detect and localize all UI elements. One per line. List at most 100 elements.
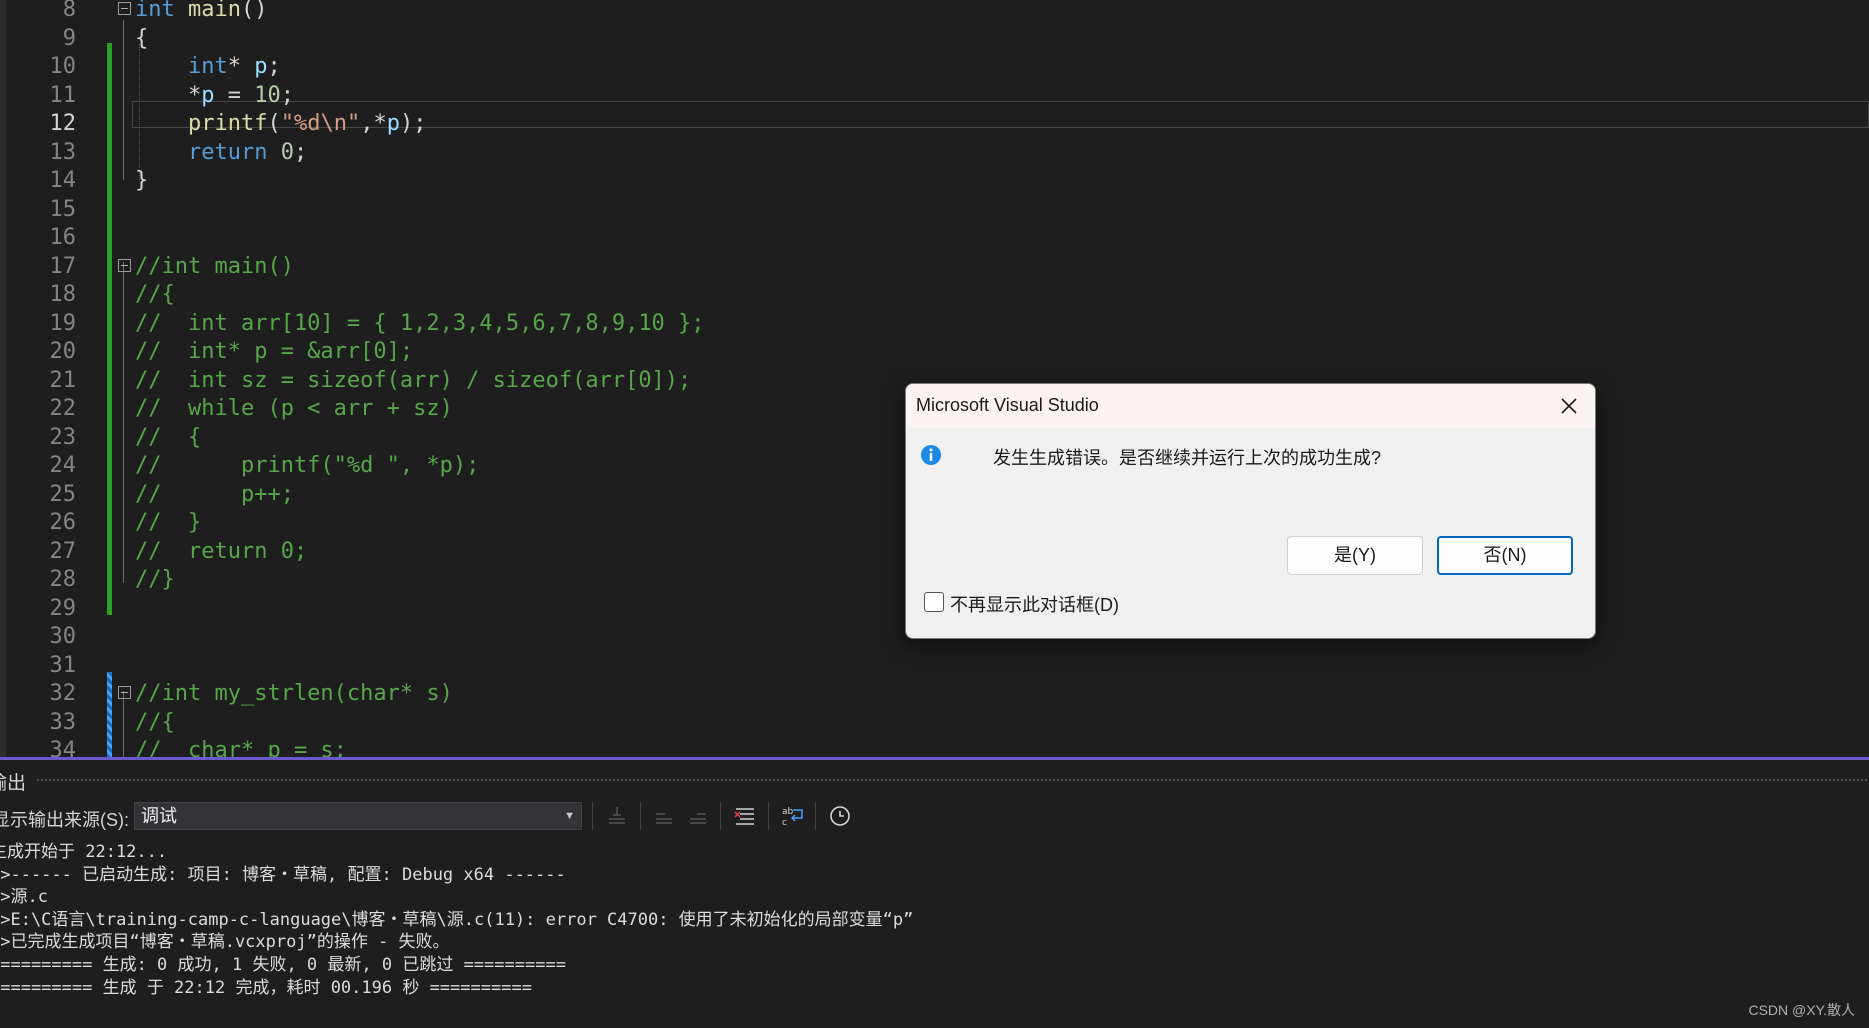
line-number: 10 <box>49 54 77 79</box>
output-panel: 输出 显示输出来源(S): 调试 ▼ abc 生成开始于 22:12...1>-… <box>0 757 1869 1028</box>
line-number: 28 <box>49 567 77 592</box>
line-number: 12 <box>49 111 77 136</box>
code-text: // { <box>135 424 202 450</box>
fold-toggle-icon[interactable]: − <box>118 686 131 699</box>
info-icon <box>920 444 942 466</box>
code-line[interactable]: 11 *p = 10; <box>0 82 1869 111</box>
line-number: 25 <box>49 481 77 507</box>
line-number: 27 <box>49 538 77 564</box>
clock-icon[interactable] <box>827 803 853 829</box>
line-number: 17 <box>49 253 77 279</box>
dont-show-again-label[interactable]: 不再显示此对话框(D) <box>950 591 1119 617</box>
panel-drag-handle[interactable] <box>36 778 1869 783</box>
no-button[interactable]: 否(N) <box>1437 536 1573 575</box>
code-text: //{ <box>135 282 175 307</box>
word-wrap-icon[interactable]: ab c <box>780 803 806 829</box>
code-text: // int sz = sizeof(arr) / sizeof(arr[0])… <box>135 367 692 393</box>
code-text: int* p; <box>187 54 281 79</box>
dialog-titlebar[interactable]: Microsoft Visual Studio <box>906 384 1595 428</box>
code-line[interactable]: 20 // int* p = &arr[0]; <box>0 338 1869 367</box>
line-number: 8 <box>62 0 76 22</box>
find-next-icon[interactable] <box>685 803 711 829</box>
toolbar-separator <box>815 802 816 830</box>
code-line[interactable]: 33 //{ <box>0 709 1869 738</box>
toolbar-separator <box>768 802 769 830</box>
line-number: 23 <box>49 424 77 450</box>
line-number: 33 <box>49 709 77 735</box>
code-text: //} <box>135 567 175 592</box>
line-number: 18 <box>49 282 77 307</box>
code-text: //{ <box>135 709 175 735</box>
code-text: // p++; <box>135 481 294 507</box>
code-text: // int arr[10] = { 1,2,3,4,5,6,7,8,9,10 … <box>135 310 705 336</box>
svg-text:c: c <box>782 818 787 828</box>
line-number: 26 <box>49 510 77 535</box>
code-text: // int* p = &arr[0]; <box>135 339 414 364</box>
output-line: ========== 生成: 0 成功, 1 失败, 0 最新, 0 已跳过 =… <box>0 954 566 975</box>
toolbar-separator <box>720 802 721 830</box>
code-editor[interactable]: 8− int main() 9{10 int* p; 11 *p = 10; 12 pr… <box>0 0 1869 757</box>
code-line[interactable]: 14} <box>0 167 1869 196</box>
go-to-previous-message-icon[interactable] <box>604 803 630 829</box>
output-line: 1>已完成生成项目“博客・草稿.vcxproj”的操作 - 失败。 <box>0 932 450 953</box>
code-line[interactable]: 16 <box>0 224 1869 253</box>
code-line[interactable]: 10 int* p; <box>0 53 1869 82</box>
clear-all-icon[interactable] <box>732 803 758 829</box>
output-log[interactable]: 生成开始于 22:12... 1>------ 已启动生成: 项目: 博客・草稿,… <box>0 841 913 999</box>
code-line[interactable]: 17 −//int main() <box>0 253 1869 282</box>
line-number: 29 <box>49 595 77 621</box>
code-text: return 0; <box>187 139 308 165</box>
code-line[interactable]: 12 printf("%d\n",*p); <box>0 110 1869 139</box>
fold-toggle-icon[interactable]: − <box>118 2 131 15</box>
code-text: //int main() <box>135 253 294 279</box>
dialog-message: 发生生成错误。是否继续并运行上次的成功生成? <box>993 448 1382 468</box>
dont-show-again-checkbox[interactable] <box>924 592 944 612</box>
code-line[interactable]: 19 // int arr[10] = { 1,2,3,4,5,6,7,8,9,1… <box>0 310 1869 339</box>
line-number: 14 <box>49 168 77 193</box>
toolbar-separator <box>592 802 593 830</box>
chevron-down-icon: ▼ <box>564 810 575 822</box>
line-number: 32 <box>49 681 77 706</box>
line-number: 16 <box>49 225 77 250</box>
output-source-label: 显示输出来源(S): <box>0 810 129 830</box>
code-text: // while (p < arr + sz) <box>135 396 453 421</box>
output-line: 1>源.c <box>0 887 48 908</box>
watermark: CSDN @XY.散人 <box>1748 1002 1855 1018</box>
code-line[interactable]: 31 <box>0 652 1869 681</box>
code-line[interactable]: 13 return 0; <box>0 139 1869 168</box>
line-number: 15 <box>49 196 77 222</box>
fold-toggle-icon[interactable]: − <box>118 258 131 272</box>
output-panel-title: 输出 <box>0 773 27 794</box>
code-text: printf("%d\n",*p); <box>187 111 427 136</box>
code-line[interactable]: 18 //{ <box>0 281 1869 310</box>
build-error-dialog: Microsoft Visual Studio 发生生成错误。是否继续并运行上次… <box>905 383 1596 639</box>
code-text: } <box>135 168 149 193</box>
code-line[interactable]: 32 −//int my_strlen(char* s) <box>0 680 1869 709</box>
yes-button[interactable]: 是(Y) <box>1287 536 1423 575</box>
output-source-value: 调试 <box>141 806 177 826</box>
toolbar-separator <box>640 802 641 830</box>
code-line[interactable]: 8 − int main() <box>0 0 1869 25</box>
line-number: 20 <box>49 339 77 364</box>
line-number: 21 <box>49 367 77 393</box>
output-line: 生成开始于 22:12... <box>0 842 168 862</box>
output-line: 1>------ 已启动生成: 项目: 博客・草稿, 配置: Debug x64… <box>0 864 566 885</box>
code-line[interactable]: 15 <box>0 196 1869 225</box>
code-text: *p = 10; <box>135 82 294 108</box>
close-icon[interactable] <box>1553 390 1585 422</box>
output-source-select[interactable]: 调试 ▼ <box>134 802 582 830</box>
line-number: 34 <box>49 738 77 757</box>
line-number: 24 <box>49 453 77 478</box>
line-number: 11 <box>49 82 77 108</box>
svg-text:ab: ab <box>782 807 794 817</box>
code-line[interactable]: 34 // char* p = s; <box>0 737 1869 757</box>
line-number: 22 <box>49 396 77 421</box>
line-number: 19 <box>49 310 77 336</box>
dialog-title: Microsoft Visual Studio <box>916 395 1099 415</box>
code-text: // } <box>135 510 202 535</box>
find-previous-icon[interactable] <box>651 803 677 829</box>
line-number: 31 <box>49 652 77 678</box>
code-text: // char* p = s; <box>135 738 347 757</box>
code-line[interactable]: 9{ <box>0 25 1869 54</box>
code-text: // return 0; <box>135 538 308 564</box>
